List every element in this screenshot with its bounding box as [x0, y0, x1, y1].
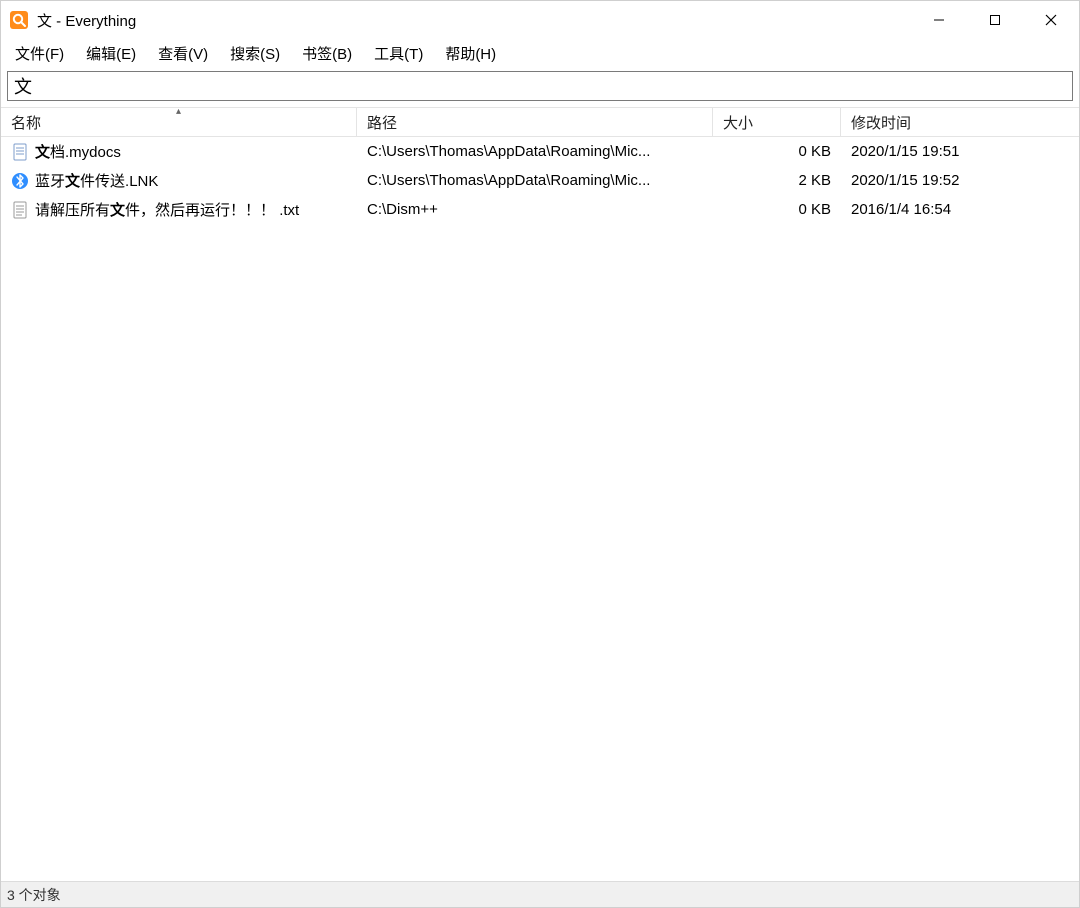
list-item[interactable]: 蓝牙文件传送.LNK C:\Users\Thomas\AppData\Roamin…	[1, 166, 1079, 195]
size-cell: 0 KB	[713, 201, 841, 218]
size-cell: 0 KB	[713, 143, 841, 160]
header-name-label: 名称	[11, 112, 41, 133]
minimize-button[interactable]	[911, 1, 967, 39]
window-controls	[911, 1, 1079, 39]
results-list[interactable]: 文档.mydocs C:\Users\Thomas\AppData\Roaming…	[1, 137, 1079, 881]
titlebar[interactable]: 文 - Everything	[1, 1, 1079, 39]
path-cell: C:\Dism++	[357, 201, 713, 218]
name-cell: 请解压所有文件，然后再运行！！！ .txt	[1, 199, 357, 220]
list-item[interactable]: 请解压所有文件，然后再运行！！！ .txt C:\Dism++0 KB2016/1…	[1, 195, 1079, 224]
name-cell: 蓝牙文件传送.LNK	[1, 170, 357, 191]
statusbar: 3 个对象	[1, 881, 1079, 907]
menu-edit[interactable]: 编辑(E)	[78, 41, 144, 66]
column-headers: 名称 ▴ 路径 大小 修改时间	[1, 107, 1079, 137]
file-name: 文档.mydocs	[35, 141, 121, 162]
menu-view[interactable]: 查看(V)	[150, 41, 216, 66]
date-cell: 2020/1/15 19:52	[841, 172, 1079, 189]
app-icon	[9, 10, 29, 30]
status-text: 3 个对象	[7, 885, 61, 905]
header-path[interactable]: 路径	[357, 108, 713, 136]
size-cell: 2 KB	[713, 172, 841, 189]
menu-tools[interactable]: 工具(T)	[366, 41, 431, 66]
bluetooth-icon	[11, 172, 29, 190]
menubar: 文件(F) 编辑(E) 查看(V) 搜索(S) 书签(B) 工具(T) 帮助(H…	[1, 39, 1079, 67]
path-cell: C:\Users\Thomas\AppData\Roaming\Mic...	[357, 172, 713, 189]
header-path-label: 路径	[367, 112, 397, 133]
file-name: 请解压所有文件，然后再运行！！！ .txt	[35, 199, 299, 220]
app-window: 文 - Everything 文件(F) 编辑(E) 查看(V) 搜索(S) 书…	[0, 0, 1080, 908]
sort-indicator-icon: ▴	[176, 106, 181, 117]
file-name: 蓝牙文件传送.LNK	[35, 170, 158, 191]
name-cell: 文档.mydocs	[1, 141, 357, 162]
maximize-button[interactable]	[967, 1, 1023, 39]
header-date[interactable]: 修改时间	[841, 108, 1079, 136]
path-cell: C:\Users\Thomas\AppData\Roaming\Mic...	[357, 143, 713, 160]
date-cell: 2020/1/15 19:51	[841, 143, 1079, 160]
window-title: 文 - Everything	[37, 10, 136, 31]
doc-icon	[11, 143, 29, 161]
header-size-label: 大小	[723, 112, 753, 133]
header-date-label: 修改时间	[851, 112, 911, 133]
menu-search[interactable]: 搜索(S)	[222, 41, 288, 66]
list-item[interactable]: 文档.mydocs C:\Users\Thomas\AppData\Roaming…	[1, 137, 1079, 166]
txt-icon	[11, 201, 29, 219]
menu-file[interactable]: 文件(F)	[7, 41, 72, 66]
search-row	[1, 67, 1079, 107]
close-button[interactable]	[1023, 1, 1079, 39]
menu-bookmarks[interactable]: 书签(B)	[294, 41, 360, 66]
header-size[interactable]: 大小	[713, 108, 841, 136]
search-input[interactable]	[7, 71, 1073, 101]
menu-help[interactable]: 帮助(H)	[437, 41, 504, 66]
header-name[interactable]: 名称 ▴	[1, 108, 357, 136]
date-cell: 2016/1/4 16:54	[841, 201, 1079, 218]
